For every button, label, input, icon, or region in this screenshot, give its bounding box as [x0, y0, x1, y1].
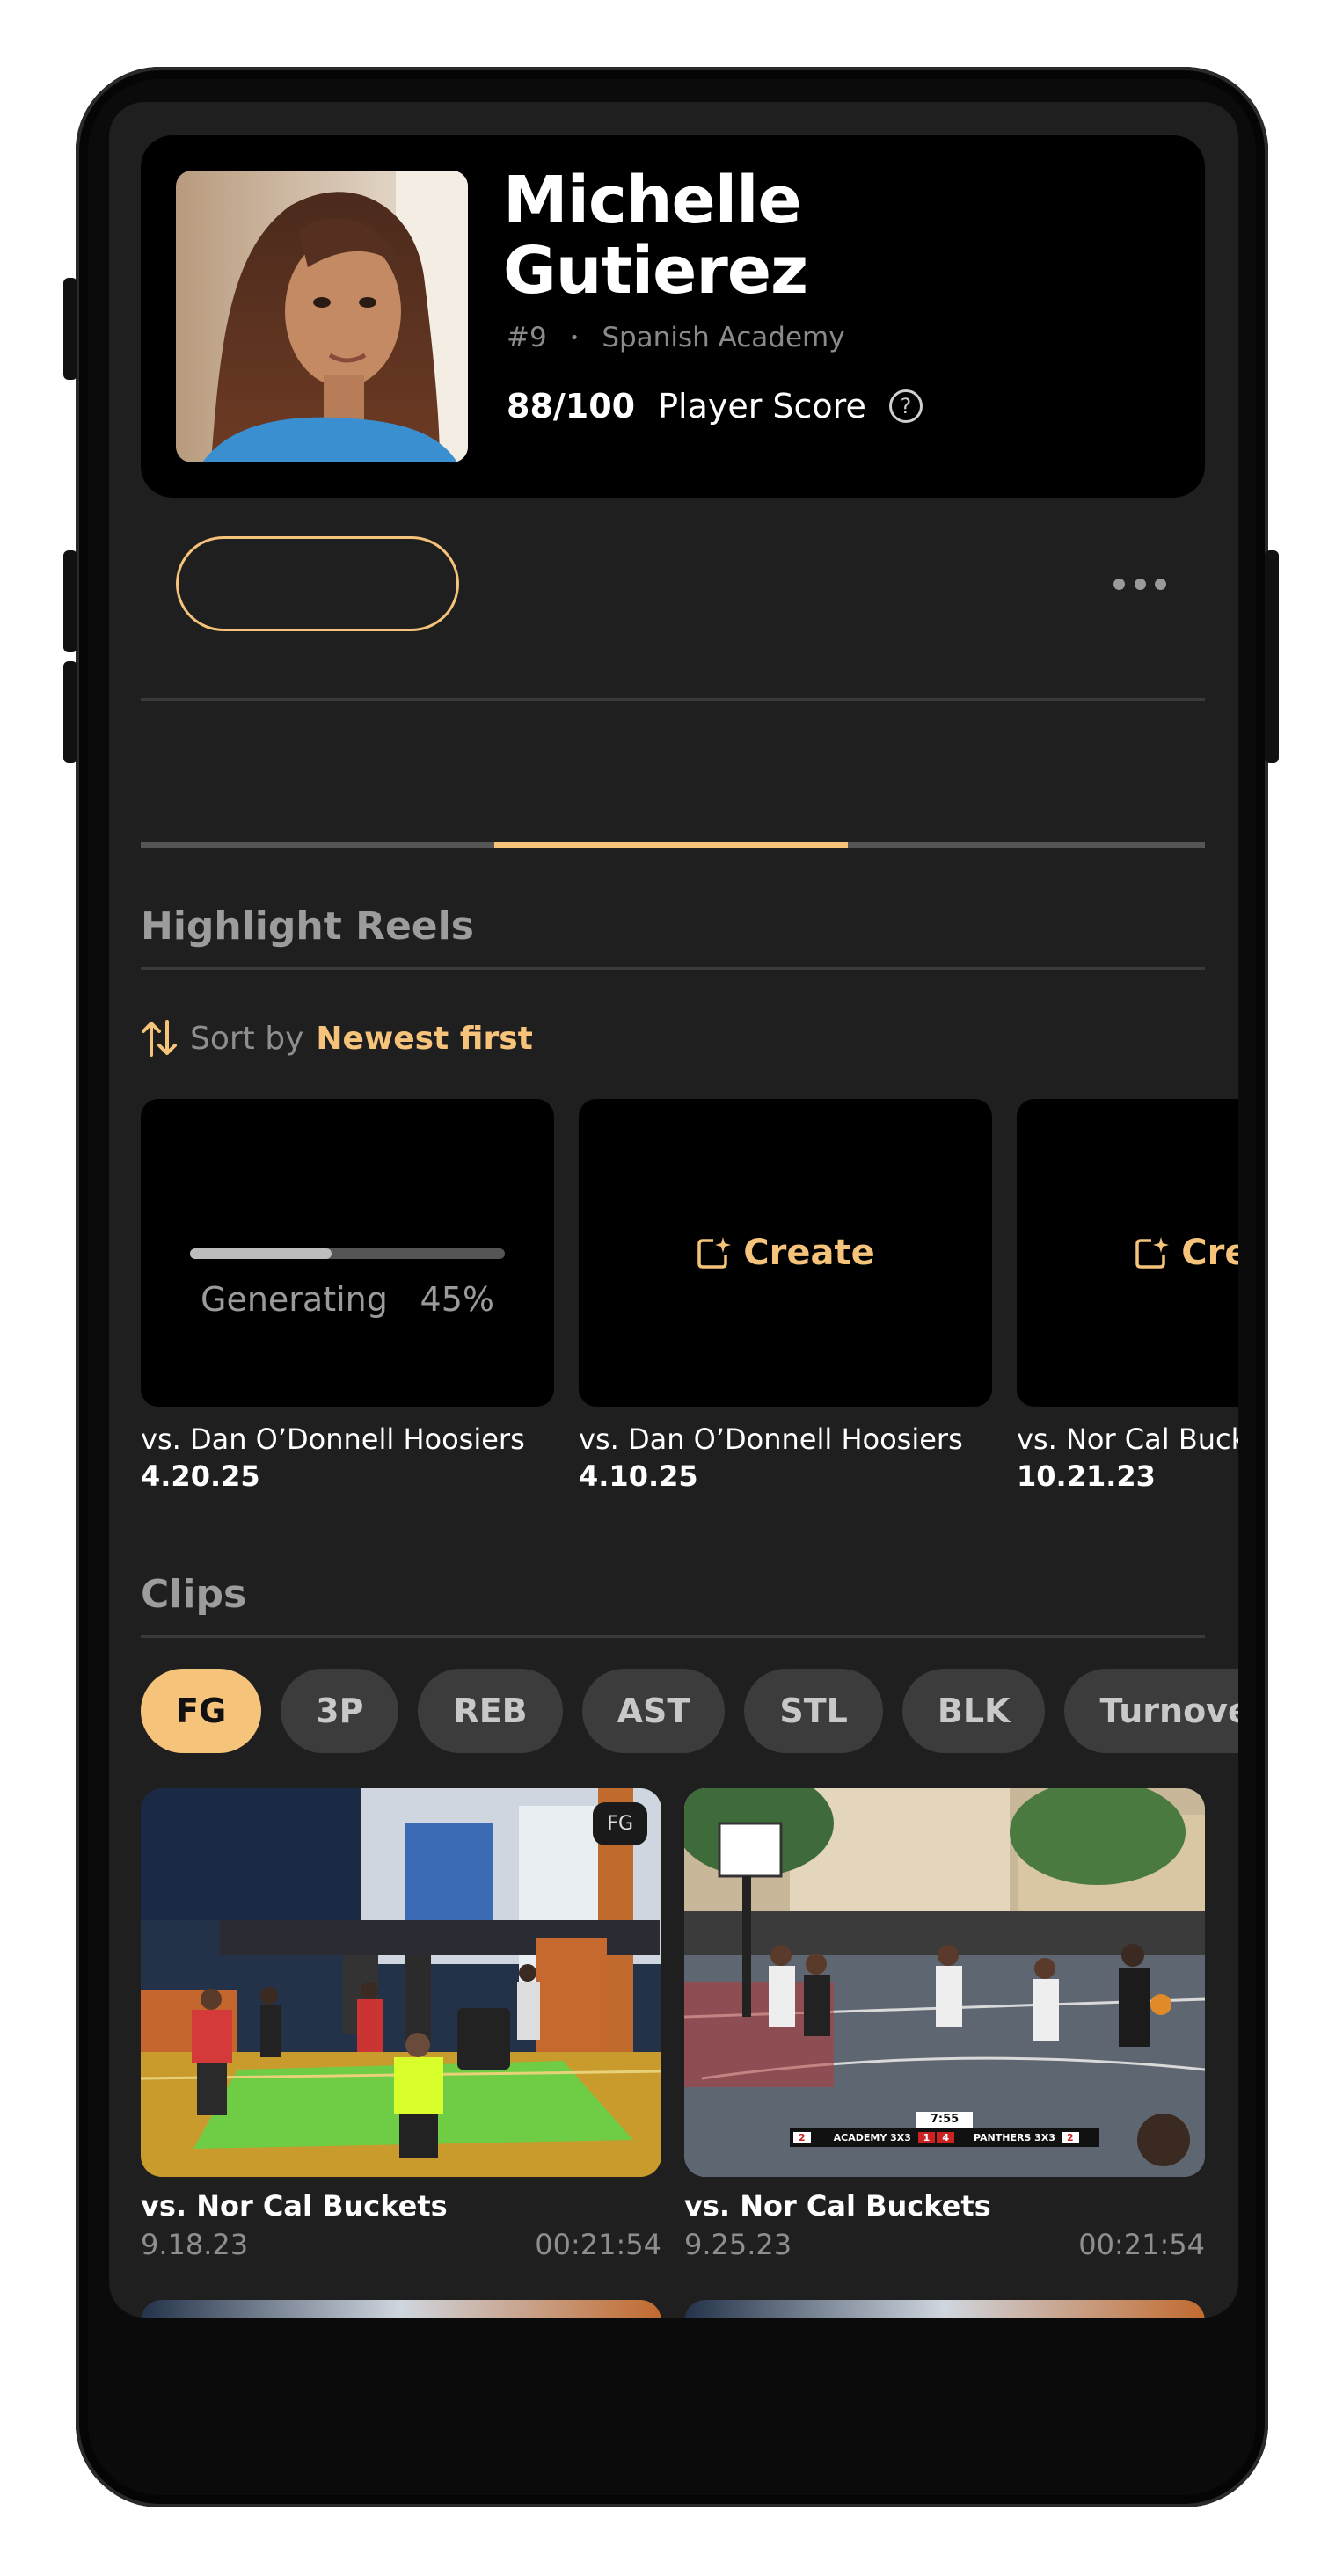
header-divider [141, 698, 1205, 701]
scoreboard-home-team: ACADEMY 3X3 [833, 2131, 911, 2143]
scoreboard-home-points: 2 [793, 2131, 811, 2143]
sort-icon [142, 1020, 177, 1057]
scoreboard: 7:55 2 ACADEMY 3X3 1 4 PANTHERS 3X3 2 [790, 2112, 1099, 2158]
scoreboard-time: 7:55 [916, 2112, 973, 2128]
filter-chip-ast[interactable]: AST [581, 1669, 726, 1753]
reel-date: 4.10.25 [579, 1459, 698, 1493]
create-label: Create [743, 1233, 875, 1273]
create-label: Create [1181, 1233, 1238, 1273]
clip-meta: 9.18.23 00:21:54 [141, 2228, 661, 2261]
clip-thumbnail: 7:55 2 ACADEMY 3X3 1 4 PANTHERS 3X3 2 [684, 1788, 1205, 2177]
side-button-right [1265, 550, 1279, 763]
player-first-name: Michelle [503, 163, 802, 238]
reel-title: vs. Dan O’Donnell Hoosiers [141, 1423, 525, 1456]
clip-title: vs. Nor Cal Buckets [141, 2189, 448, 2223]
tab-bar[interactable] [141, 842, 1205, 848]
reel-title: vs. Nor Cal Buckets [1017, 1423, 1238, 1456]
player-team: Spanish Academy [602, 322, 845, 353]
meta-separator: • [569, 328, 580, 347]
player-last-name: Gutierez [503, 233, 808, 309]
filter-chip-blk[interactable]: BLK [901, 1669, 1046, 1753]
clip-title: vs. Nor Cal Buckets [684, 2189, 991, 2223]
clip-card-peek[interactable] [684, 2300, 1205, 2318]
scoreboard-away-points: 2 [1061, 2131, 1079, 2143]
side-button-left-2 [63, 550, 77, 652]
profile-card: Michelle Gutierez #9 • Spanish Academy 8… [141, 135, 1205, 498]
scoreboard-bar: 2 ACADEMY 3X3 1 4 PANTHERS 3X3 2 [790, 2128, 1099, 2147]
clip-duration: 00:21:54 [535, 2228, 661, 2261]
create-sparkle-icon [697, 1237, 732, 1269]
side-button-left-3 [63, 661, 77, 763]
create-button[interactable]: Create [1017, 1233, 1238, 1273]
player-score-label: Player Score [658, 387, 866, 426]
create-button[interactable]: Create [579, 1233, 992, 1273]
clip-date: 9.25.23 [684, 2228, 792, 2261]
scoreboard-mid-right: 4 [937, 2131, 954, 2143]
filter-chip-fg[interactable]: FG [141, 1669, 262, 1753]
more-horizontal-icon[interactable] [1113, 571, 1166, 596]
generating-percent: 45% [420, 1280, 494, 1319]
highlight-reels-title: Highlight Reels [141, 904, 474, 949]
clip-thumbnail: FG [141, 1788, 661, 2177]
clips-title: Clips [141, 1572, 247, 1617]
clip-card[interactable]: 7:55 2 ACADEMY 3X3 1 4 PANTHERS 3X3 2 vs… [684, 1788, 1205, 2261]
player-meta: #9 • Spanish Academy [507, 322, 845, 353]
sort-prefix: Sort by [190, 1020, 304, 1057]
progress-bar [190, 1248, 505, 1259]
player-score-value: 88/100 [507, 387, 636, 426]
scoreboard-away-team: PANTHERS 3X3 [973, 2131, 1055, 2143]
reel-date: 10.21.23 [1017, 1459, 1156, 1493]
player-name: Michelle Gutierez [503, 163, 808, 309]
clip-date: 9.18.23 [141, 2228, 249, 2261]
help-icon[interactable]: ? [888, 389, 923, 423]
sort-control[interactable]: Sort by Newest first [141, 1018, 533, 1059]
generating-label: Generating [201, 1280, 388, 1319]
player-score: 88/100 Player Score ? [507, 387, 923, 426]
reel-thumbnail: Generating 45% [141, 1099, 554, 1407]
follow-button[interactable] [176, 536, 459, 631]
app-screen: Michelle Gutierez #9 • Spanish Academy 8… [109, 102, 1238, 2318]
reel-thumbnail: Create [579, 1099, 992, 1407]
highlight-reels-divider [141, 967, 1205, 970]
clip-duration: 00:21:54 [1078, 2228, 1205, 2261]
clip-filter-chips: FG 3P REB AST STL BLK Turnovers [141, 1669, 1238, 1753]
clip-card-peek[interactable] [141, 2300, 661, 2318]
reel-thumbnail: Create [1017, 1099, 1238, 1407]
create-sparkle-icon [1135, 1237, 1170, 1269]
reel-date: 4.20.25 [141, 1459, 260, 1493]
sort-value: Newest first [316, 1020, 533, 1057]
filter-chip-stl[interactable]: STL [744, 1669, 883, 1753]
player-number: #9 [507, 322, 547, 353]
side-button-left-1 [63, 278, 77, 380]
clip-card[interactable]: FG vs. Nor Cal Buckets 9.18.23 00:21:54 [141, 1788, 661, 2261]
reel-card[interactable]: Create vs. Dan O’Donnell Hoosiers 4.10.2… [579, 1099, 992, 1493]
scoreboard-mid-left: 1 [917, 2131, 936, 2143]
progress-fill [190, 1248, 332, 1259]
clip-badge: FG [593, 1802, 647, 1845]
player-photo [176, 171, 468, 462]
reel-card[interactable]: Create vs. Nor Cal Buckets 10.21.23 [1017, 1099, 1238, 1493]
clips-divider [141, 1635, 1205, 1638]
filter-chip-reb[interactable]: REB [418, 1669, 563, 1753]
reel-title: vs. Dan O’Donnell Hoosiers [579, 1423, 963, 1456]
filter-chip-turnovers[interactable]: Turnovers [1064, 1669, 1238, 1753]
reel-card[interactable]: Generating 45% vs. Dan O’Donnell Hoosier… [141, 1099, 554, 1493]
tab-active-indicator [494, 842, 848, 848]
clip-meta: 9.25.23 00:21:54 [684, 2228, 1205, 2261]
filter-chip-3p[interactable]: 3P [281, 1669, 399, 1753]
